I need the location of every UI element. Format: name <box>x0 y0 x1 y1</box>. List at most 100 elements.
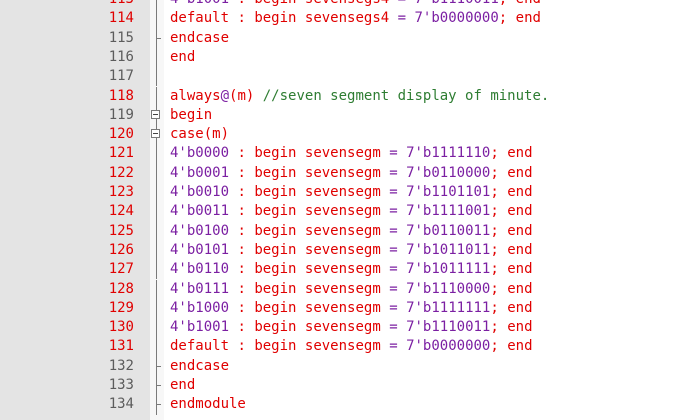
code-token-keyword: endcase <box>170 357 230 374</box>
code-line[interactable]: 131 default : begin sevensegm = 7'b000000… <box>0 337 680 357</box>
code-text[interactable]: 4'b0110 : begin sevensegm = 7'b1011111; … <box>170 260 533 279</box>
fold-line-icon <box>150 183 164 203</box>
code-line[interactable]: 132 endcase <box>0 356 680 376</box>
fold-toggle-icon[interactable] <box>150 105 164 126</box>
code-line[interactable]: 120 case(m) <box>0 125 680 145</box>
code-token-identifier: sevensegm <box>296 222 390 239</box>
code-text[interactable]: 4'b0001 : begin sevensegm = 7'b0110000; … <box>170 164 533 183</box>
code-token-keyword: default <box>170 338 230 355</box>
code-line[interactable]: 125 4'b0100 : begin sevensegm = 7'b011001… <box>0 221 680 241</box>
line-number: 115 <box>108 29 134 46</box>
code-text[interactable]: 4'b0111 : begin sevensegm = 7'b1110000; … <box>170 280 533 299</box>
code-token-identifier: sevensegs4 <box>296 10 398 27</box>
code-token-operator: = <box>389 222 398 239</box>
code-text[interactable]: default : begin sevensegs4 = 7'b0000000;… <box>170 9 541 28</box>
code-token-plain: (m) <box>229 87 255 104</box>
code-line[interactable]: 117 <box>0 67 680 87</box>
fold-line-icon <box>150 47 164 68</box>
fold-line-icon <box>150 337 164 357</box>
code-text[interactable]: case(m) <box>170 125 229 144</box>
code-token-operator: = <box>389 299 398 316</box>
code-line[interactable]: 134 endmodule <box>0 395 680 415</box>
code-text[interactable]: endcase <box>170 29 229 48</box>
line-number: 131 <box>108 338 134 355</box>
code-line[interactable]: 114 default : begin sevensegs4 = 7'b00000… <box>0 9 680 29</box>
code-token-number: 4'b0101 <box>170 241 230 258</box>
fold-line-icon <box>150 260 164 280</box>
code-text[interactable]: 4'b1000 : begin sevensegm = 7'b1111111; … <box>170 299 533 318</box>
code-token-keyword: end <box>507 319 533 336</box>
line-number: 117 <box>108 68 134 85</box>
code-line[interactable]: 133 end <box>0 376 680 396</box>
code-text[interactable]: default : begin sevensegm = 7'b0000000; … <box>170 337 533 356</box>
code-line[interactable]: 116 end <box>0 47 680 68</box>
fold-toggle-icon[interactable] <box>150 125 164 145</box>
code-token-number: 7'b1011011 <box>406 241 491 258</box>
code-text[interactable]: 4'b1001 : begin sevensegm = 7'b1110011; … <box>170 318 533 337</box>
code-line[interactable]: 128 4'b0111 : begin sevensegm = 7'b111000… <box>0 279 680 299</box>
code-token-plain: : <box>229 261 255 278</box>
fold-line-icon <box>150 240 164 261</box>
code-token-number: 4'b0110 <box>170 261 230 278</box>
code-text[interactable]: always@(m) //seven segment display of mi… <box>170 87 549 106</box>
code-text[interactable]: 4'b0101 : begin sevensegm = 7'b1011011; … <box>170 241 533 260</box>
code-line[interactable]: 118 always@(m) //seven segment display of… <box>0 86 680 106</box>
code-line[interactable]: 113 4'b1001 : begin sevensegs4 = 7'b11100… <box>0 0 680 10</box>
code-text[interactable]: end <box>170 376 195 395</box>
code-token-keyword: endcase <box>170 29 230 46</box>
code-text[interactable]: begin <box>170 106 212 125</box>
code-token-plain: : <box>229 145 255 162</box>
code-token-plain: ; <box>490 299 508 316</box>
code-token-keyword: end <box>515 10 541 27</box>
code-token-identifier: sevensegm <box>296 145 390 162</box>
fold-line-icon <box>150 279 164 299</box>
fold-line-icon <box>150 298 164 319</box>
code-line[interactable]: 119 begin <box>0 105 680 126</box>
code-text[interactable]: 4'b0000 : begin sevensegm = 7'b1111110; … <box>170 144 533 163</box>
line-number: 113 <box>0 0 134 9</box>
code-token-keyword: end <box>516 0 541 7</box>
code-line[interactable]: 129 4'b1000 : begin sevensegm = 7'b111111… <box>0 298 680 319</box>
code-token-operator: = <box>389 164 398 181</box>
code-line[interactable]: 127 4'b0110 : begin sevensegm = 7'b101111… <box>0 260 680 280</box>
code-token-number: 4'b0111 <box>170 280 230 297</box>
code-token-keyword: begin <box>254 0 296 7</box>
code-token-number: 4'b0010 <box>170 184 230 200</box>
code-token-operator: = <box>389 241 398 258</box>
code-text[interactable]: endmodule <box>170 395 246 414</box>
code-text[interactable]: 4'b0010 : begin sevensegm = 7'b1101101; … <box>170 183 533 202</box>
code-token-plain: ; <box>490 203 508 220</box>
code-line[interactable]: 124 4'b0011 : begin sevensegm = 7'b111100… <box>0 202 680 222</box>
line-number: 124 <box>108 203 134 220</box>
code-token-number: 7'b1101101 <box>406 184 491 200</box>
code-token-number: 7'b1111110 <box>406 145 491 162</box>
code-text[interactable]: 4'b1001 : begin sevensegs4 = 7'b1110011;… <box>170 0 541 9</box>
code-token-plain: : <box>229 184 255 200</box>
code-line[interactable]: 123 4'b0010 : begin sevensegm = 7'b110110… <box>0 183 680 203</box>
code-line[interactable]: 115 endcase <box>0 28 680 48</box>
code-line[interactable]: 126 4'b0101 : begin sevensegm = 7'b101101… <box>0 240 680 261</box>
code-text[interactable]: endcase <box>170 357 229 376</box>
code-token-keyword: end <box>507 261 533 278</box>
line-number: 130 <box>108 319 134 336</box>
code-token-plain: ; <box>490 222 508 239</box>
code-text[interactable]: 4'b0011 : begin sevensegm = 7'b1111001; … <box>170 202 533 221</box>
code-text[interactable]: 4'b0100 : begin sevensegm = 7'b0110011; … <box>170 222 533 241</box>
code-text[interactable]: end <box>170 48 195 67</box>
code-line[interactable]: 122 4'b0001 : begin sevensegm = 7'b011000… <box>0 163 680 183</box>
code-token-operator: = <box>389 145 398 162</box>
code-token-keyword: begin <box>254 184 297 200</box>
code-line[interactable]: 121 4'b0000 : begin sevensegm = 7'b111111… <box>0 144 680 164</box>
line-number: 120 <box>108 126 134 143</box>
fold-line-icon <box>150 202 164 222</box>
code-token-comment: //seven segment display of minute. <box>254 87 550 104</box>
code-token-number: 4'b0000 <box>170 145 230 162</box>
code-line[interactable]: 130 4'b1001 : begin sevensegm = 7'b111001… <box>0 318 680 338</box>
code-token-plain: : <box>229 241 255 258</box>
